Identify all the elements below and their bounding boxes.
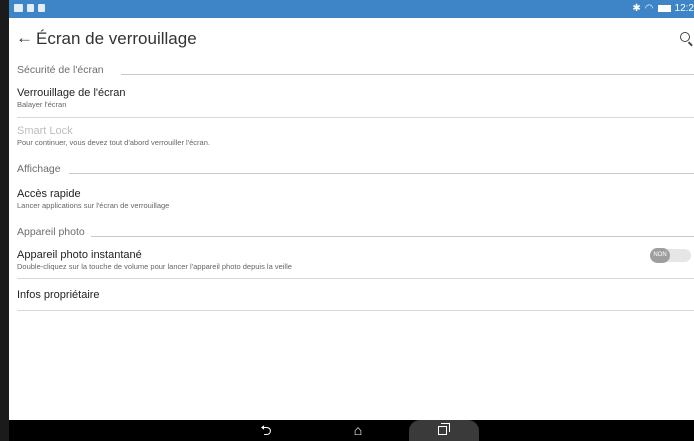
item-subtitle: Balayer l'écran — [17, 100, 67, 109]
settings-list: Sécurité de l'écran Verrouillage de l'éc… — [9, 60, 694, 311]
list-item-smart-lock: Smart Lock Pour continuer, vous devez to… — [9, 118, 694, 157]
section-divider — [69, 173, 694, 174]
section-divider — [121, 74, 694, 75]
screenshot-icon — [27, 4, 34, 12]
nav-back-icon[interactable]: ⮌ — [254, 423, 278, 438]
image-icon — [38, 4, 45, 12]
section-title: Sécurité de l'écran — [17, 64, 104, 76]
item-subtitle: Lancer applications sur l'écran de verro… — [17, 201, 170, 210]
battery-icon — [657, 5, 671, 12]
page-title: Écran de verrouillage — [36, 29, 197, 48]
item-title: Verrouillage de l'écran — [17, 87, 126, 99]
screen: ✱ ◠ 12:2 ← Écran de verrouillage Sécurit… — [0, 0, 694, 441]
section-divider — [91, 236, 694, 237]
list-item-owner-info[interactable]: Infos propriétaire — [9, 279, 694, 310]
notification-icon — [14, 4, 23, 12]
app-bar: ← Écran de verrouillage — [9, 18, 694, 60]
nav-home-icon[interactable]: ⌂ — [346, 423, 370, 438]
item-title: Accès rapide — [17, 188, 81, 200]
list-item-instant-camera[interactable]: Appareil photo instantané Double-cliquez… — [9, 242, 694, 278]
section-header-display: Affichage — [9, 159, 694, 179]
wifi-icon: ◠ — [644, 3, 654, 14]
item-title: Smart Lock — [17, 125, 73, 137]
section-title: Affichage — [17, 163, 61, 175]
navigation-bar: ⮌ ⌂ — [9, 420, 694, 441]
list-item-quick-access[interactable]: Accès rapide Lancer applications sur l'é… — [9, 179, 694, 222]
device-bezel — [0, 0, 9, 441]
divider — [17, 310, 694, 311]
section-header-screen-security: Sécurité de l'écran — [9, 60, 694, 80]
status-time: 12:2 — [674, 3, 694, 14]
section-header-camera: Appareil photo — [9, 222, 694, 242]
back-arrow-icon[interactable]: ← — [16, 29, 33, 47]
item-subtitle: Double-cliquez sur la touche de volume p… — [17, 262, 292, 271]
item-title: Infos propriétaire — [17, 289, 100, 301]
toggle-knob: NON — [650, 248, 670, 263]
search-icon[interactable] — [680, 32, 690, 42]
status-bar: ✱ ◠ 12:2 — [9, 0, 694, 18]
list-item-screen-lock[interactable]: Verrouillage de l'écran Balayer l'écran — [9, 80, 694, 117]
item-subtitle: Pour continuer, vous devez tout d'abord … — [17, 138, 210, 147]
instant-camera-toggle[interactable]: NON — [650, 248, 691, 263]
section-title: Appareil photo — [17, 226, 85, 238]
bluetooth-icon: ✱ — [632, 3, 641, 14]
nav-recent-apps-icon[interactable] — [409, 420, 479, 441]
item-title: Appareil photo instantané — [17, 249, 142, 261]
